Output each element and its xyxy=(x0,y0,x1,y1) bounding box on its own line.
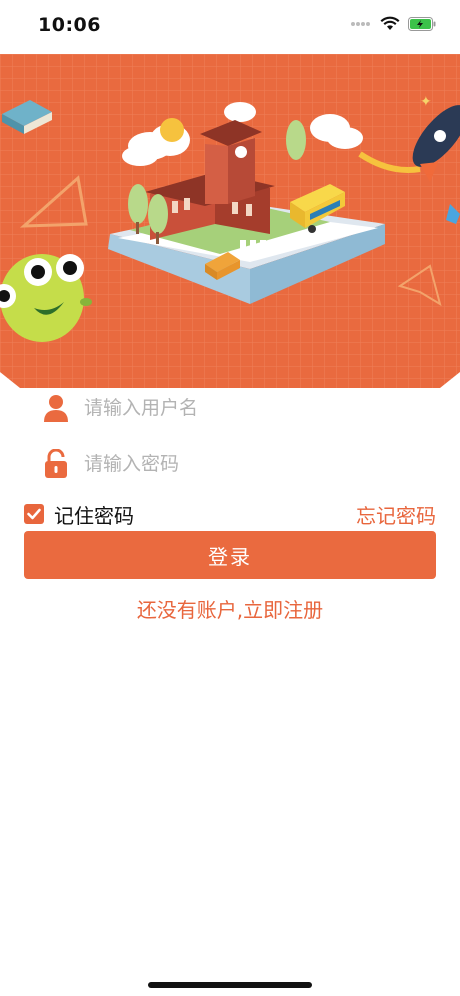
username-field xyxy=(24,380,436,436)
login-button[interactable]: 登录 xyxy=(24,531,436,579)
login-form xyxy=(24,380,436,492)
password-input[interactable] xyxy=(84,444,404,484)
hero-illustration: ✦ xyxy=(0,54,460,388)
signal-icon xyxy=(350,16,372,35)
username-input[interactable] xyxy=(84,388,404,428)
hero-banner: ✦ xyxy=(0,54,460,394)
battery-icon xyxy=(408,16,436,35)
status-bar: 10:06 xyxy=(0,0,460,54)
register-link[interactable]: 还没有账户,立即注册 xyxy=(0,594,460,623)
remember-password[interactable]: 记住密码 xyxy=(24,500,134,529)
wifi-icon xyxy=(380,16,400,35)
status-icons xyxy=(350,16,436,35)
lock-icon xyxy=(36,444,76,484)
password-field xyxy=(24,436,436,492)
forgot-password-link[interactable]: 忘记密码 xyxy=(356,500,436,529)
remember-checkbox[interactable] xyxy=(24,504,44,524)
home-indicator xyxy=(148,982,312,988)
user-icon xyxy=(36,388,76,428)
remember-label: 记住密码 xyxy=(54,503,134,528)
svg-text:✦: ✦ xyxy=(420,94,432,110)
status-time: 10:06 xyxy=(38,14,101,36)
check-icon xyxy=(27,508,41,520)
options-row: 记住密码 忘记密码 xyxy=(24,500,436,528)
